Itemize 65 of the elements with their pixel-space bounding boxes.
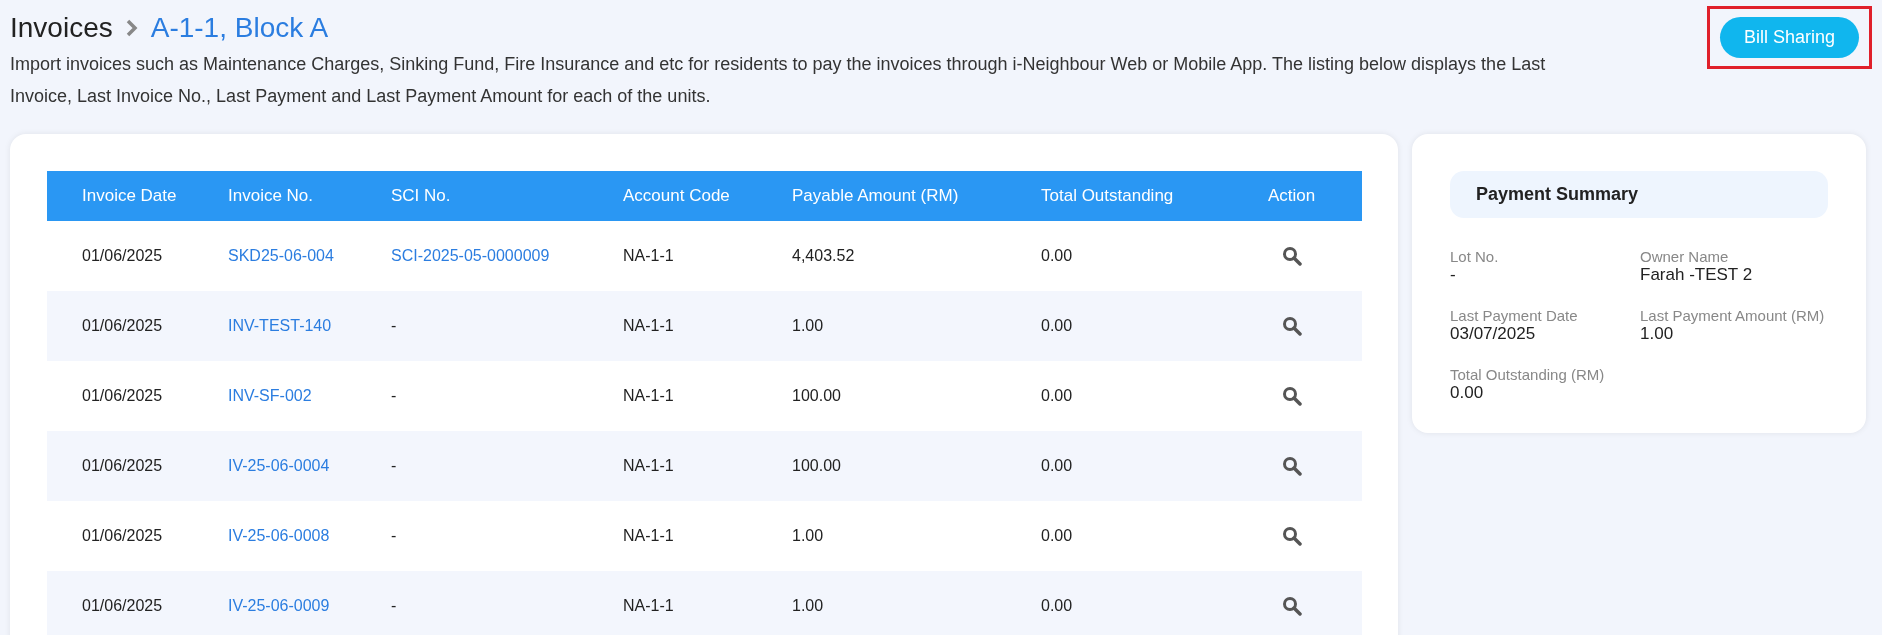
invoice-link[interactable]: INV-SF-002 xyxy=(228,387,312,405)
table-cell: 100.00 xyxy=(792,387,841,405)
bill-sharing-button[interactable]: Bill Sharing xyxy=(1719,17,1859,58)
breadcrumb-link[interactable]: A-1-1, Block A xyxy=(150,12,329,44)
column-header: Invoice Date xyxy=(47,171,193,221)
invoice-link[interactable]: SKD25-06-004 xyxy=(228,247,334,265)
page-description: Import invoices such as Maintenance Charges, Sinking Fund, Fire Insurance and etc for residents to pay the invoices through i-Neighbour Web or Mobile App. The listing below displays the Last Invoice, Last Invoice No., Last Payment and Last Payment Amount for each of the units. xyxy=(10,53,1547,108)
invoice-link[interactable]: IV-25-06-0004 xyxy=(228,457,330,475)
column-header: SCI No. xyxy=(356,171,588,221)
table-cell: 01/06/2025 xyxy=(82,247,163,265)
table-cell: 1.00 xyxy=(792,317,824,335)
summary-title: Payment Summary xyxy=(1450,171,1828,218)
table-cell: - xyxy=(391,457,397,475)
field-label: Lot No. xyxy=(1450,248,1500,265)
column-header: Action xyxy=(1221,171,1362,221)
field-value: - xyxy=(1450,265,1457,285)
table-cell: 0.00 xyxy=(1041,527,1073,545)
search-icon[interactable] xyxy=(1281,596,1302,616)
table-cell: NA-1-1 xyxy=(623,387,674,405)
field-value: 03/07/2025 xyxy=(1450,324,1537,344)
field-value: 0.00 xyxy=(1450,383,1485,403)
column-header: Account Code xyxy=(588,171,757,221)
sci-link[interactable]: SCI-2025-05-0000009 xyxy=(391,247,550,265)
table-cell: 0.00 xyxy=(1041,317,1073,335)
field-label: Owner Name xyxy=(1640,248,1730,265)
field-value: 1.00 xyxy=(1640,324,1675,344)
search-icon[interactable] xyxy=(1281,456,1302,476)
table-cell: 01/06/2025 xyxy=(82,597,163,615)
table-cell: 0.00 xyxy=(1041,597,1073,615)
table-cell: 100.00 xyxy=(792,457,841,475)
search-icon[interactable] xyxy=(1281,526,1302,546)
table-cell: 1.00 xyxy=(792,527,824,545)
table-cell: - xyxy=(391,317,397,335)
invoice-link[interactable]: INV-TEST-140 xyxy=(228,317,332,335)
field-label: Last Payment Date xyxy=(1450,307,1579,324)
table-cell: NA-1-1 xyxy=(623,317,674,335)
table-cell: 01/06/2025 xyxy=(82,457,163,475)
table-cell: 0.00 xyxy=(1041,247,1073,265)
search-icon[interactable] xyxy=(1281,316,1302,336)
table-cell: NA-1-1 xyxy=(623,247,674,265)
table-cell: 0.00 xyxy=(1041,457,1073,475)
field-value: Farah -TEST 2 xyxy=(1640,265,1754,285)
field-label: Last Payment Amount (RM) xyxy=(1640,307,1826,324)
table-cell: 4,403.52 xyxy=(792,247,855,265)
table-cell: 01/06/2025 xyxy=(82,317,163,335)
chevron-icon xyxy=(124,19,139,37)
invoice-link[interactable]: IV-25-06-0008 xyxy=(228,527,330,545)
field-label: Total Outstanding (RM) xyxy=(1450,366,1606,383)
search-icon[interactable] xyxy=(1281,386,1302,406)
table-cell: NA-1-1 xyxy=(623,597,674,615)
table-cell: NA-1-1 xyxy=(623,527,674,545)
table-cell: 0.00 xyxy=(1041,387,1073,405)
table-cell: - xyxy=(391,527,397,545)
table-cell: - xyxy=(391,597,397,615)
table-cell: 01/06/2025 xyxy=(82,387,163,405)
search-icon[interactable] xyxy=(1281,246,1302,266)
table-cell: NA-1-1 xyxy=(623,457,674,475)
column-header: Total Outstanding xyxy=(1006,171,1221,221)
table-cell: 01/06/2025 xyxy=(82,527,163,545)
table-cell: 1.00 xyxy=(792,597,824,615)
table-cell: - xyxy=(391,387,397,405)
page-title: Invoices xyxy=(10,12,113,44)
invoice-link[interactable]: IV-25-06-0009 xyxy=(228,597,330,615)
column-header: Invoice No. xyxy=(193,171,356,221)
column-header: Payable Amount (RM) xyxy=(757,171,1006,221)
